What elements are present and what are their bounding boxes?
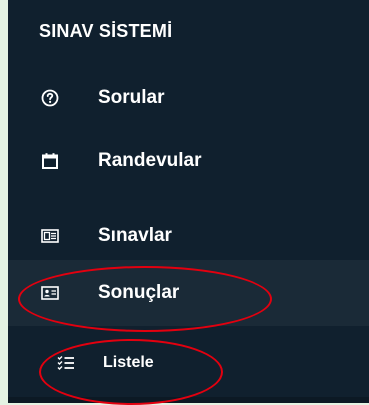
sidebar-subitem-listele[interactable]: Listele <box>8 333 369 393</box>
sidebar-bottom-edge <box>8 397 369 403</box>
question-circle-icon <box>40 88 60 108</box>
sidebar-brand-title: SINAV SİSTEMİ <box>39 20 173 41</box>
sidebar-item-label: Listele <box>103 354 154 371</box>
sidebar-item-sonuclar[interactable]: Sonuçlar <box>8 260 369 326</box>
sidebar-item-randevular[interactable]: Randevular <box>8 128 369 194</box>
sidebar-item-label: Sınavlar <box>98 225 172 246</box>
sidebar: SINAV SİSTEMİ Sorular Randevular Sınavla… <box>8 0 369 397</box>
id-card-icon <box>40 226 60 246</box>
calendar-icon <box>40 151 60 171</box>
profile-card-icon <box>40 283 60 303</box>
sidebar-item-label: Randevular <box>98 150 202 171</box>
checklist-icon <box>56 353 76 373</box>
sidebar-item-label: Sorular <box>98 87 165 108</box>
sidebar-item-label: Sonuçlar <box>98 282 180 303</box>
sidebar-item-sorular[interactable]: Sorular <box>8 65 369 131</box>
